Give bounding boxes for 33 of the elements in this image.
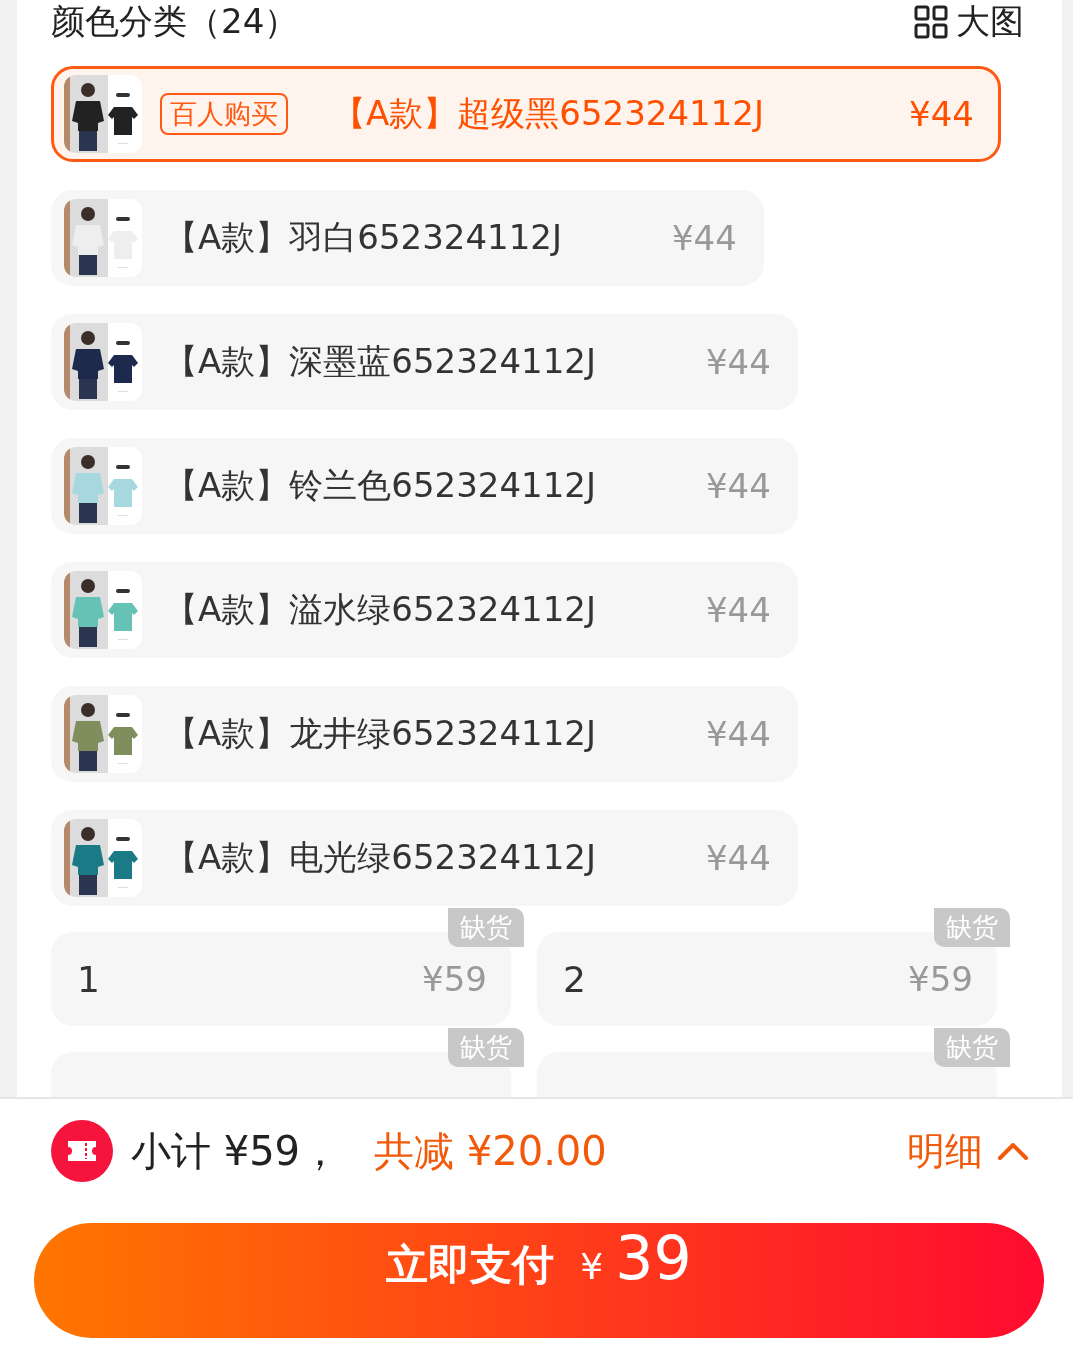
option-name: 【A款】溢水绿652324112J <box>164 588 596 631</box>
color-option[interactable]: 【A款】溢水绿652324112J ¥44 <box>51 562 798 658</box>
color-option[interactable]: 【A款】铃兰色652324112J ¥44 <box>51 438 798 534</box>
color-option[interactable]: 【A款】龙井绿652324112J ¥44 <box>51 686 798 782</box>
option-name: 【A款】电光绿652324112J <box>164 836 596 879</box>
section-title: 颜色分类（24） <box>51 0 299 43</box>
subtotal-text: 小计 ¥59， <box>131 1126 341 1176</box>
option-price: ¥44 <box>706 466 771 506</box>
option-price: ¥44 <box>706 342 771 382</box>
option-price: ¥44 <box>706 838 771 878</box>
option-name: 【A款】羽白652324112J <box>164 216 562 259</box>
option-price: ¥44 <box>706 714 771 754</box>
size-label: 1 <box>77 958 100 1000</box>
color-option[interactable]: 【A款】电光绿652324112J ¥44 <box>51 810 798 906</box>
pay-now-button[interactable]: 立即支付 ¥ 39 <box>34 1223 1044 1338</box>
large-view-toggle[interactable]: 大图 <box>914 0 1024 45</box>
option-name: 【A款】龙井绿652324112J <box>164 712 596 755</box>
coupon-icon <box>51 1120 113 1182</box>
option-name: 【A款】铃兰色652324112J <box>164 464 596 507</box>
size-price: ¥59 <box>422 959 487 999</box>
option-name: 【A款】超级黑652324112J <box>332 92 764 135</box>
size-label: 2 <box>563 958 586 1000</box>
option-price: ¥44 <box>672 218 737 258</box>
option-price: ¥44 <box>909 94 974 134</box>
popular-badge: 百人购买 <box>160 93 288 135</box>
option-price: ¥44 <box>706 590 771 630</box>
color-option[interactable]: 【A款】深墨蓝652324112J ¥44 <box>51 314 798 410</box>
discount-text: 共减 ¥20.00 <box>374 1126 607 1176</box>
size-price: ¥59 <box>908 959 973 999</box>
color-option[interactable]: 【A款】羽白652324112J ¥44 <box>51 190 764 286</box>
grid-icon <box>914 5 948 39</box>
option-name: 【A款】深墨蓝652324112J <box>164 340 596 383</box>
chevron-up-icon <box>997 1141 1029 1161</box>
